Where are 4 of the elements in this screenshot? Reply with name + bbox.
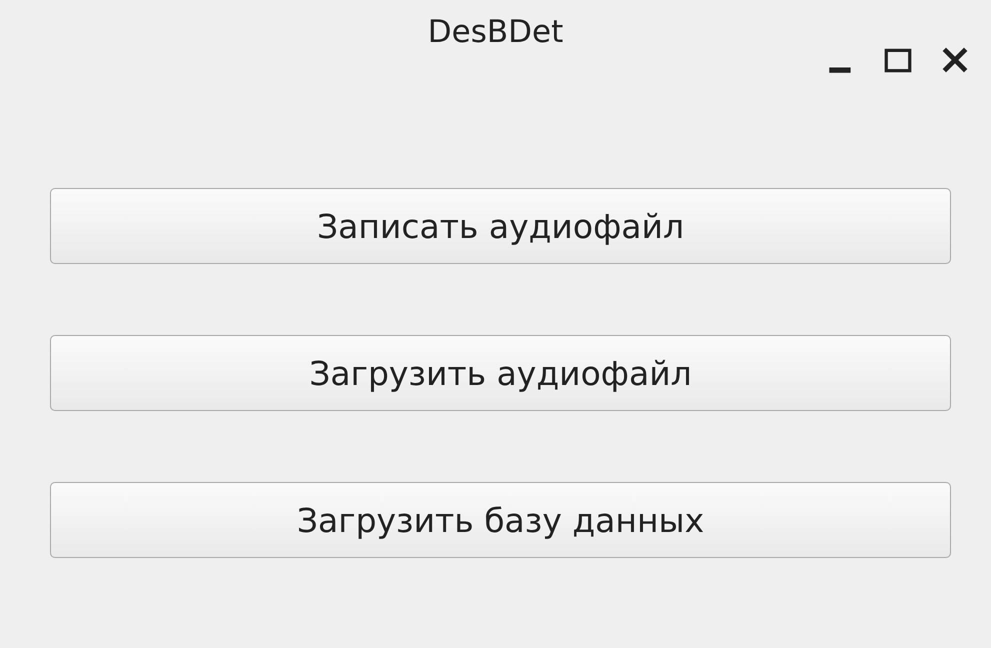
action-button[interactable]: Загрузить базу данных — [50, 482, 951, 558]
action-button[interactable]: Записать аудиофайл — [50, 188, 951, 264]
action-button[interactable]: Загрузить аудиофайл — [50, 335, 951, 411]
window-title: DesBDet — [428, 13, 564, 52]
